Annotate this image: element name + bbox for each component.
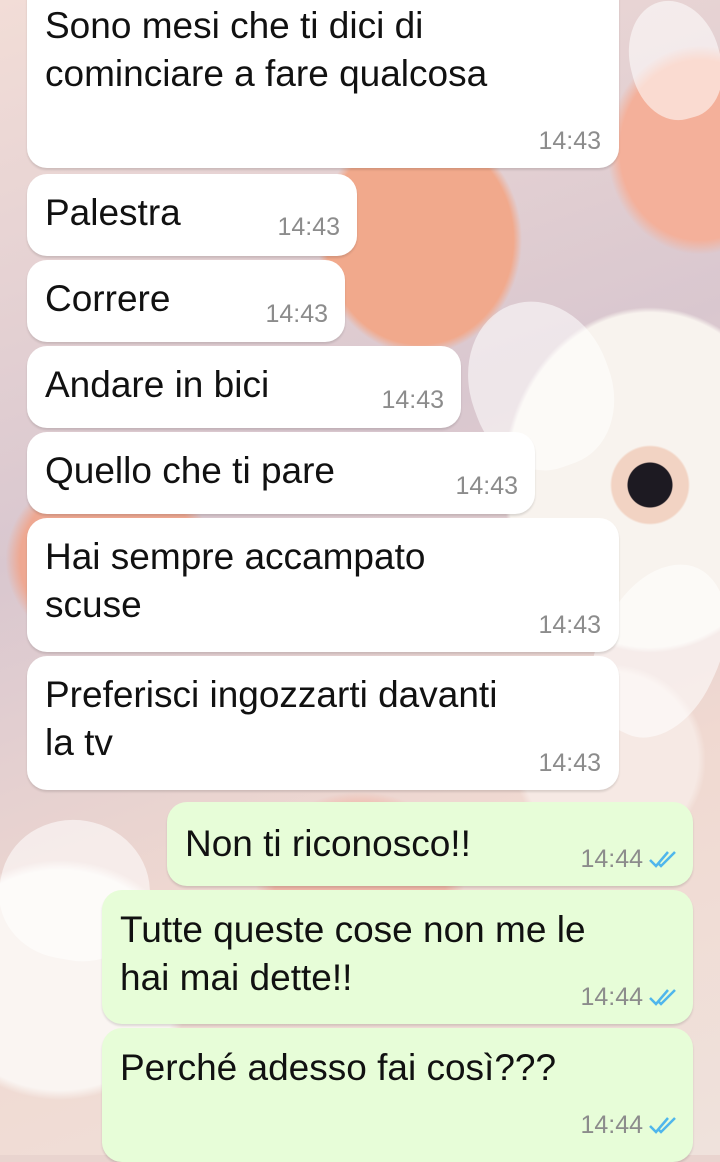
message-text: Palestra <box>45 192 181 233</box>
message-text: Quello che ti pare <box>45 450 336 491</box>
message-text: Preferisci ingozzarti davanti la tv <box>45 674 498 763</box>
message-time: 14:44 <box>580 1111 643 1139</box>
incoming-message[interactable]: Palestra 14:43 <box>27 174 357 256</box>
message-text: Hai sempre accampato scuse <box>45 536 426 625</box>
message-text: Tutte queste cose non me le hai mai dett… <box>120 909 586 998</box>
outgoing-message[interactable]: Non ti riconosco!! 14:44 <box>167 802 693 886</box>
message-meta: 14:44 <box>580 845 679 874</box>
message-time: 14:43 <box>265 300 328 328</box>
message-text: Sono mesi che ti dici di cominciare a fa… <box>45 5 488 94</box>
incoming-message[interactable]: Hai sempre accampato scuse 14:43 <box>27 518 619 652</box>
wallpaper-flower <box>616 0 720 130</box>
incoming-message[interactable]: Preferisci ingozzarti davanti la tv 14:4… <box>27 656 619 790</box>
message-time: 14:43 <box>455 472 518 500</box>
message-time: 14:43 <box>538 611 601 639</box>
message-time: 14:43 <box>381 386 444 414</box>
message-meta: 14:44 <box>580 1111 679 1140</box>
outgoing-message[interactable]: Perché adesso fai così??? 14:44 <box>102 1028 693 1162</box>
incoming-message[interactable]: Sono mesi che ti dici di cominciare a fa… <box>27 0 619 168</box>
incoming-message[interactable]: Quello che ti pare 14:43 <box>27 432 535 514</box>
message-time: 14:43 <box>538 127 601 155</box>
incoming-message[interactable]: Correre 14:43 <box>27 260 345 342</box>
double-check-icon <box>649 1117 676 1134</box>
message-text: Perché adesso fai così??? <box>120 1047 557 1088</box>
message-time: 14:44 <box>580 983 643 1011</box>
message-text: Andare in bici <box>45 364 270 405</box>
message-time: 14:43 <box>538 749 601 777</box>
message-text: Correre <box>45 278 171 319</box>
double-check-icon <box>649 989 676 1006</box>
outgoing-message[interactable]: Tutte queste cose non me le hai mai dett… <box>102 890 693 1024</box>
double-check-icon <box>649 851 676 868</box>
message-meta: 14:44 <box>580 983 679 1012</box>
message-text: Non ti riconosco!! <box>185 823 471 864</box>
message-time: 14:44 <box>580 845 643 873</box>
message-time: 14:43 <box>277 213 340 241</box>
incoming-message[interactable]: Andare in bici 14:43 <box>27 346 461 428</box>
